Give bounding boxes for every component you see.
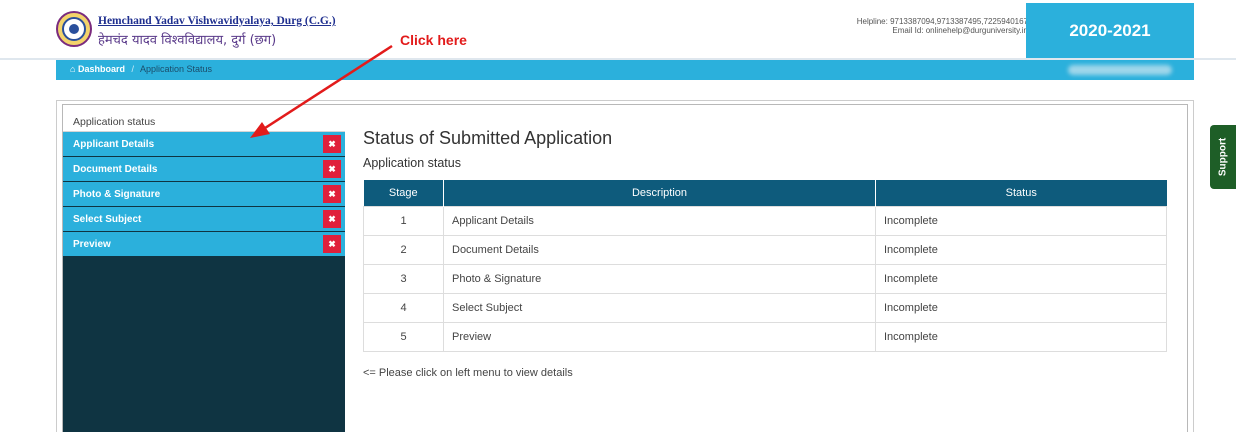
sidebar-item-photo-signature[interactable]: Photo & Signature ✖ — [63, 182, 345, 206]
sidebar-item-document-details[interactable]: Document Details ✖ — [63, 157, 345, 181]
status-cell: Incomplete — [875, 292, 1167, 323]
sidebar-title: Application status — [63, 110, 345, 132]
breadcrumb: ⌂ Dashboard / Application Status — [70, 64, 212, 74]
page-subtitle: Application status — [363, 156, 461, 170]
status-cell: Incomplete — [875, 234, 1167, 265]
description-cell: Document Details — [443, 234, 876, 265]
table-row: 4 Select Subject Incomplete — [363, 292, 1167, 323]
hint-text: <= Please click on left menu to view det… — [363, 367, 573, 379]
status-table: Stage Description Status 1 Applicant Det… — [363, 180, 1167, 352]
stage-cell: 3 — [363, 263, 444, 294]
breadcrumb-bar: ⌂ Dashboard / Application Status — [56, 60, 1194, 80]
column-header-description: Description — [443, 180, 876, 206]
table-row: 1 Applicant Details Incomplete — [363, 205, 1167, 236]
sidebar-item-label: Document Details — [73, 164, 158, 175]
column-header-stage: Stage — [363, 180, 444, 206]
application-status-page: Hemchand Yadav Vishwavidyalaya, Durg (C.… — [0, 0, 1236, 432]
sidebar-item-label: Preview — [73, 239, 111, 250]
status-cell: Incomplete — [875, 263, 1167, 294]
helpline-info: Helpline: 9713387094,9713387495,72259401… — [857, 17, 1028, 35]
click-here-annotation: Click here — [400, 32, 467, 48]
support-tab[interactable]: Support — [1210, 125, 1236, 189]
breadcrumb-separator: / — [131, 64, 134, 74]
support-label: Support — [1217, 137, 1229, 177]
table-row: 2 Document Details Incomplete — [363, 234, 1167, 265]
description-cell: Select Subject — [443, 292, 876, 323]
sidebar: Application status Applicant Details ✖ D… — [63, 110, 345, 432]
breadcrumb-current: Application Status — [140, 64, 213, 74]
university-name-english[interactable]: Hemchand Yadav Vishwavidyalaya, Durg (C.… — [98, 15, 336, 27]
academic-year-badge: 2020-2021 — [1026, 3, 1194, 58]
close-icon: ✖ — [323, 235, 341, 253]
close-icon: ✖ — [323, 185, 341, 203]
page-title: Status of Submitted Application — [363, 128, 613, 148]
stage-cell: 4 — [363, 292, 444, 323]
close-icon: ✖ — [323, 160, 341, 178]
table-row: 3 Photo & Signature Incomplete — [363, 263, 1167, 294]
description-cell: Preview — [443, 321, 876, 352]
university-seal-icon — [56, 11, 92, 47]
breadcrumb-dashboard-link[interactable]: Dashboard — [78, 64, 125, 74]
sidebar-item-label: Photo & Signature — [73, 189, 161, 200]
table-header-row: Stage Description Status — [363, 180, 1167, 206]
status-cell: Incomplete — [875, 205, 1167, 236]
close-icon: ✖ — [323, 210, 341, 228]
university-name-hindi: हेमचंद यादव विश्वविद्यालय, दुर्ग (छग) — [98, 33, 277, 48]
sidebar-item-applicant-details[interactable]: Applicant Details ✖ — [63, 132, 345, 156]
stage-cell: 1 — [363, 205, 444, 236]
stage-cell: 5 — [363, 321, 444, 352]
close-icon: ✖ — [323, 135, 341, 153]
column-header-status: Status — [875, 180, 1167, 206]
helpline-email: Email Id: onlinehelp@durguniversity.in — [892, 26, 1028, 35]
table-row: 5 Preview Incomplete — [363, 321, 1167, 352]
home-icon: ⌂ — [70, 64, 76, 74]
sidebar-item-preview[interactable]: Preview ✖ — [63, 232, 345, 256]
description-cell: Photo & Signature — [443, 263, 876, 294]
stage-cell: 2 — [363, 234, 444, 265]
helpline-numbers: Helpline: 9713387094,9713387495,72259401… — [856, 17, 1028, 26]
description-cell: Applicant Details — [443, 205, 876, 236]
status-cell: Incomplete — [875, 321, 1167, 352]
sidebar-item-label: Select Subject — [73, 214, 142, 225]
user-menu[interactable] — [1068, 65, 1172, 75]
sidebar-item-label: Applicant Details — [73, 139, 155, 150]
sidebar-item-select-subject[interactable]: Select Subject ✖ — [63, 207, 345, 231]
